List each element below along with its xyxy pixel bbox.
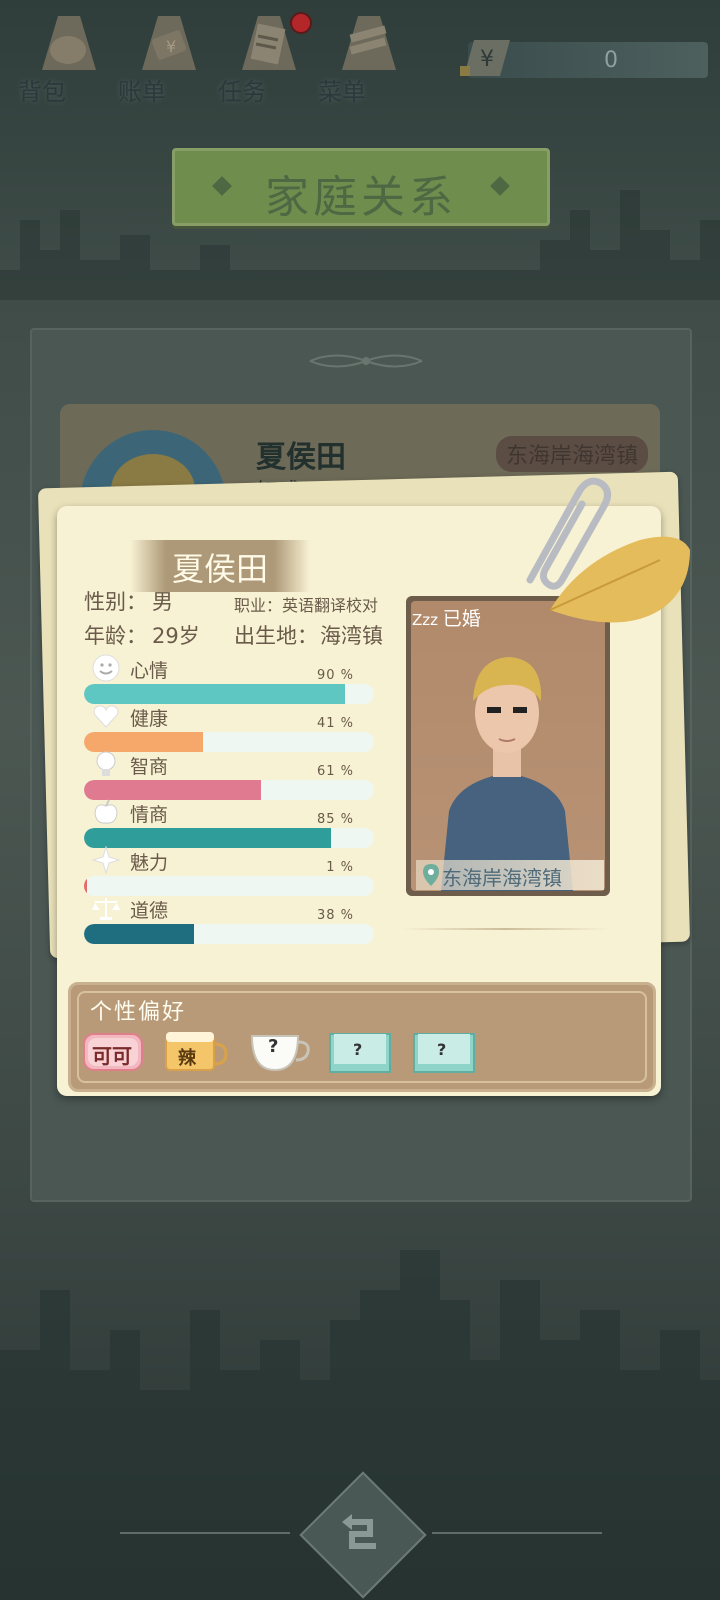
nav-label: 任务 [218, 78, 266, 106]
bill-icon: ¥ [142, 16, 196, 70]
gender-label: 性别： [84, 590, 147, 614]
return-arrow-icon [342, 1514, 376, 1549]
attribute-fill [84, 828, 331, 848]
job-label: 职业： [234, 596, 283, 615]
portrait-location-label: 东海岸海湾镇 [442, 866, 562, 890]
attribute-bar [84, 732, 374, 752]
profile-name: 夏侯田 [171, 550, 268, 588]
preference-label: 辣 [178, 1048, 196, 1069]
nav-backpack[interactable]: 背包 [18, 8, 108, 106]
character-portrait [411, 601, 605, 891]
cup-unknown-icon [250, 1035, 310, 1072]
portrait-location: 东海岸海湾镇 [416, 860, 604, 890]
task-notification-badge [290, 12, 312, 34]
apple-icon [94, 799, 118, 824]
page-title-plate: 家庭关系 [172, 148, 550, 226]
birthplace-label: 出生地： [234, 624, 318, 648]
birthplace-value: 海湾镇 [320, 624, 383, 648]
gender-value: 男 [152, 590, 173, 614]
attribute-fill [84, 780, 261, 800]
attribute-mood: 心情 90 % [84, 654, 374, 704]
age-label: 年龄： [84, 624, 147, 648]
sleep-icon: Zzz [412, 611, 443, 629]
attribute-bar [84, 876, 374, 896]
attribute-bar [84, 924, 374, 944]
preference-unknown-book-2[interactable]: ? [412, 1030, 476, 1074]
smile-icon [92, 654, 120, 682]
attribute-value: 1 % [326, 860, 354, 875]
attribute-bar [84, 828, 374, 848]
nav-label: 菜单 [318, 78, 366, 106]
preference-spicy[interactable]: 辣 [164, 1030, 228, 1074]
attribute-bar [84, 780, 374, 800]
attribute-label: 情商 [130, 804, 169, 826]
sparkle-icon [92, 846, 120, 874]
page-title: 家庭关系 [265, 172, 457, 223]
panel-ornament [309, 354, 423, 368]
attribute-label: 智商 [130, 756, 169, 778]
nav-label: 账单 [118, 78, 166, 106]
attribute-label: 心情 [130, 660, 169, 682]
scale-icon [92, 898, 120, 920]
location-pin-icon [423, 864, 439, 886]
attribute-eq: 情商 85 % [84, 798, 374, 848]
bottom-divider-left [120, 1532, 290, 1534]
attribute-charm: 魅力 1 % [84, 846, 374, 896]
attribute-label: 健康 [130, 708, 169, 730]
attribute-morality: 道德 38 % [84, 894, 374, 944]
preference-label: 可可 [92, 1044, 132, 1068]
marital-status: Zzz 已婚 [412, 608, 481, 630]
attribute-value: 90 % [316, 668, 354, 683]
spicy-food-icon [165, 1032, 228, 1071]
attribute-label: 道德 [130, 900, 169, 922]
attribute-label: 魅力 [130, 852, 169, 874]
svg-text:¥: ¥ [166, 37, 176, 56]
preferences-title: 个性偏好 [90, 1000, 187, 1025]
attribute-value: 41 % [316, 716, 354, 731]
nav-menu[interactable]: 菜单 [318, 8, 408, 106]
bottom-divider-right [432, 1532, 602, 1534]
attribute-bar [84, 684, 374, 704]
attribute-value: 85 % [316, 812, 354, 827]
preference-unknown-book-1[interactable]: ? [328, 1030, 392, 1074]
attribute-health: 健康 41 % [84, 702, 374, 752]
ginkgo-leaf-icon [549, 536, 690, 623]
job-value: 英语翻译校对 [282, 596, 379, 615]
svg-text:¥: ¥ [480, 47, 494, 72]
attribute-fill [84, 684, 345, 704]
character-portrait-frame [406, 596, 610, 896]
attribute-value: 61 % [316, 764, 354, 779]
preference-cocoa[interactable]: 可可 [82, 1030, 144, 1074]
attribute-fill [84, 924, 195, 944]
nav-bill[interactable]: ¥ 账单 [118, 8, 208, 106]
menu-icon [342, 16, 396, 70]
preference-label: ? [437, 1040, 447, 1059]
divider [400, 928, 610, 930]
heart-icon [93, 705, 119, 728]
attribute-iq: 智商 61 % [84, 750, 374, 800]
preference-label: ? [268, 1036, 279, 1057]
nav-label: 背包 [18, 78, 66, 106]
attribute-value: 38 % [316, 908, 354, 923]
lightbulb-icon [96, 751, 116, 776]
profile-name-plate: 夏侯田 [130, 540, 310, 592]
yen-icon: ¥ [460, 40, 510, 76]
preference-unknown-cup[interactable]: ? [248, 1030, 312, 1074]
money-value: 0 [604, 48, 618, 73]
preference-label: ? [353, 1040, 363, 1059]
backpack-icon [42, 16, 96, 70]
age-value: 29岁 [152, 624, 200, 648]
member-name: 夏侯田 [256, 440, 346, 475]
attribute-fill [84, 732, 203, 752]
member-location-badge: 东海岸海湾镇 [496, 436, 649, 472]
